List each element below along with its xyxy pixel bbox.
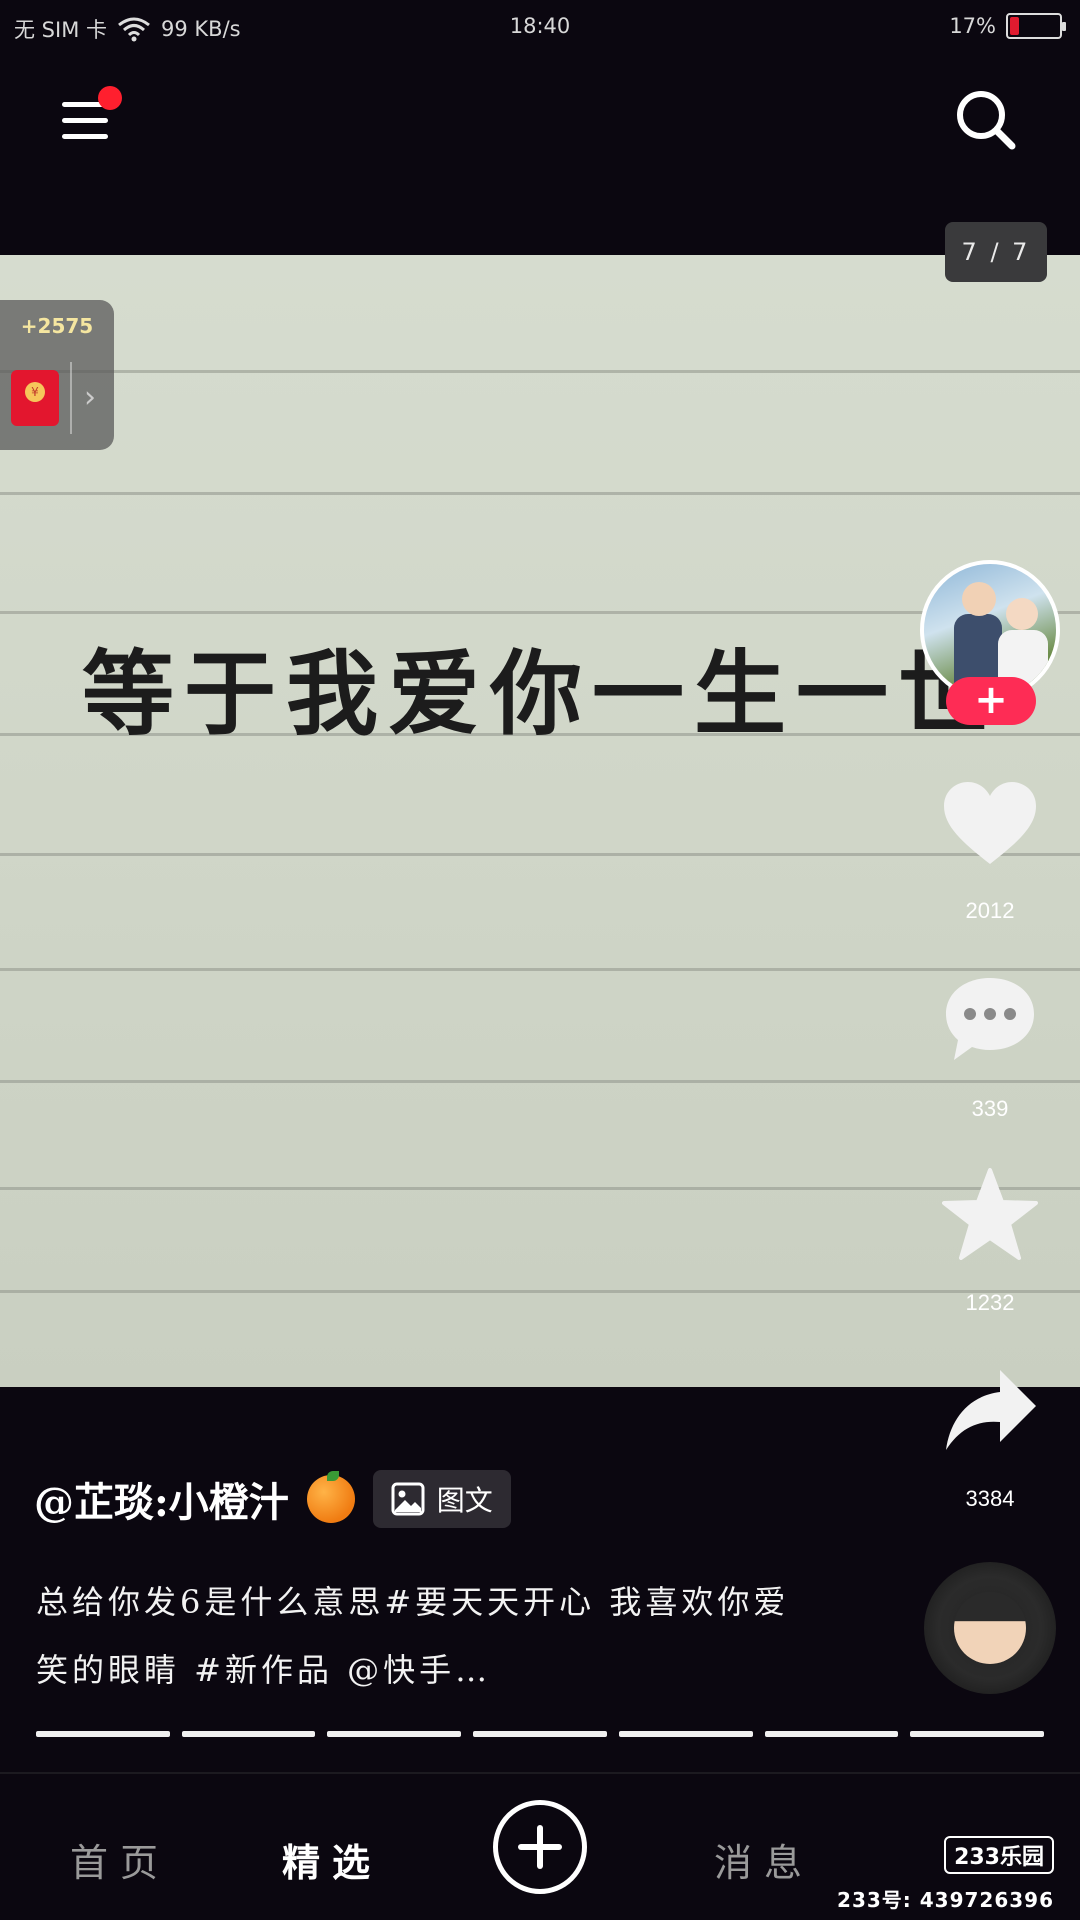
reward-amount: +2575	[20, 314, 94, 338]
menu-icon-line	[62, 118, 108, 123]
watermark-logo: 233乐园	[944, 1836, 1054, 1874]
progress-segment	[181, 1731, 316, 1737]
music-disc[interactable]	[924, 1562, 1056, 1694]
watermark-id: 233号: 439726396	[837, 1888, 1054, 1912]
comment-count: 339	[971, 1096, 1009, 1121]
chevron-right-icon: ›	[84, 380, 96, 415]
nav-home[interactable]: 首页	[70, 1832, 170, 1887]
menu-button[interactable]	[58, 86, 122, 150]
watermark: 233乐园 233号: 439726396	[837, 1836, 1054, 1913]
create-post-button[interactable]	[493, 1800, 587, 1894]
paper-rule	[0, 1080, 1080, 1083]
paper-rule	[0, 370, 1080, 373]
progress-segment	[36, 1731, 170, 1737]
favorite-button[interactable]: 1232	[930, 1168, 1050, 1316]
paper-rule	[0, 1187, 1080, 1190]
status-time: 18:40	[509, 14, 571, 38]
paper-rule	[0, 492, 1080, 495]
author-row: @芷琰:小橙汁 图文	[34, 1470, 511, 1528]
search-button[interactable]	[954, 88, 1018, 152]
favorite-count: 1232	[965, 1290, 1015, 1315]
share-count: 3384	[965, 1486, 1015, 1511]
follow-button[interactable]: +	[946, 677, 1036, 725]
battery-fill	[1010, 17, 1019, 35]
paper-rule	[0, 611, 1080, 614]
like-button[interactable]: 2012	[930, 780, 1050, 924]
status-right: 17%	[949, 13, 1066, 39]
author-name[interactable]: @芷琰:小橙汁	[34, 1470, 289, 1528]
paper-rule	[0, 968, 1080, 971]
heart-icon	[944, 782, 1036, 864]
search-icon	[957, 91, 1016, 150]
tag-label: 图文	[436, 1484, 493, 1517]
page-counter: 7 / 7	[945, 222, 1047, 282]
post-caption[interactable]: 总给你发6是什么意思#要天天开心 我喜欢你爱笑的眼睛 #新作品 @快手…	[36, 1568, 796, 1704]
progress-segment	[327, 1731, 462, 1737]
red-packet-seal: ¥	[25, 382, 45, 402]
menu-icon-line	[62, 134, 108, 139]
reward-widget[interactable]: +2575 ¥ ›	[0, 300, 114, 450]
progress-segment	[618, 1731, 753, 1737]
nav-messages[interactable]: 消息	[714, 1832, 814, 1887]
star-icon	[942, 1168, 1038, 1260]
share-icon	[946, 1370, 1036, 1450]
post-image-text: 等于我爱你一生一世	[82, 640, 1001, 748]
status-bar: 无 SIM 卡 99 KB/s 18:40 17%	[0, 0, 1080, 58]
battery-percent: 17%	[949, 14, 996, 38]
orange-emoji-icon	[306, 1471, 355, 1523]
progress-segment	[910, 1731, 1045, 1737]
notification-dot	[98, 86, 122, 110]
reward-divider	[70, 362, 72, 434]
battery-icon	[1006, 13, 1066, 39]
avatar-figure	[1006, 598, 1038, 630]
nav-featured[interactable]: 精选	[282, 1832, 382, 1887]
share-button[interactable]: 3384	[930, 1366, 1050, 1512]
red-packet-icon: ¥	[11, 370, 59, 426]
image-progress	[36, 1731, 1045, 1737]
music-cover	[954, 1592, 1026, 1664]
progress-segment	[473, 1731, 607, 1737]
paper-rule	[0, 1290, 1080, 1293]
paper-rule	[0, 853, 1080, 856]
image-icon	[391, 1482, 425, 1516]
image-text-tag[interactable]: 图文	[372, 1470, 511, 1528]
comment-button[interactable]: 339	[930, 974, 1050, 1122]
avatar-figure	[962, 582, 996, 616]
progress-segment	[764, 1731, 899, 1737]
post-image[interactable]: 等于我爱你一生一世	[0, 255, 1080, 1387]
like-count: 2012	[965, 898, 1015, 923]
comment-icon	[946, 978, 1034, 1060]
